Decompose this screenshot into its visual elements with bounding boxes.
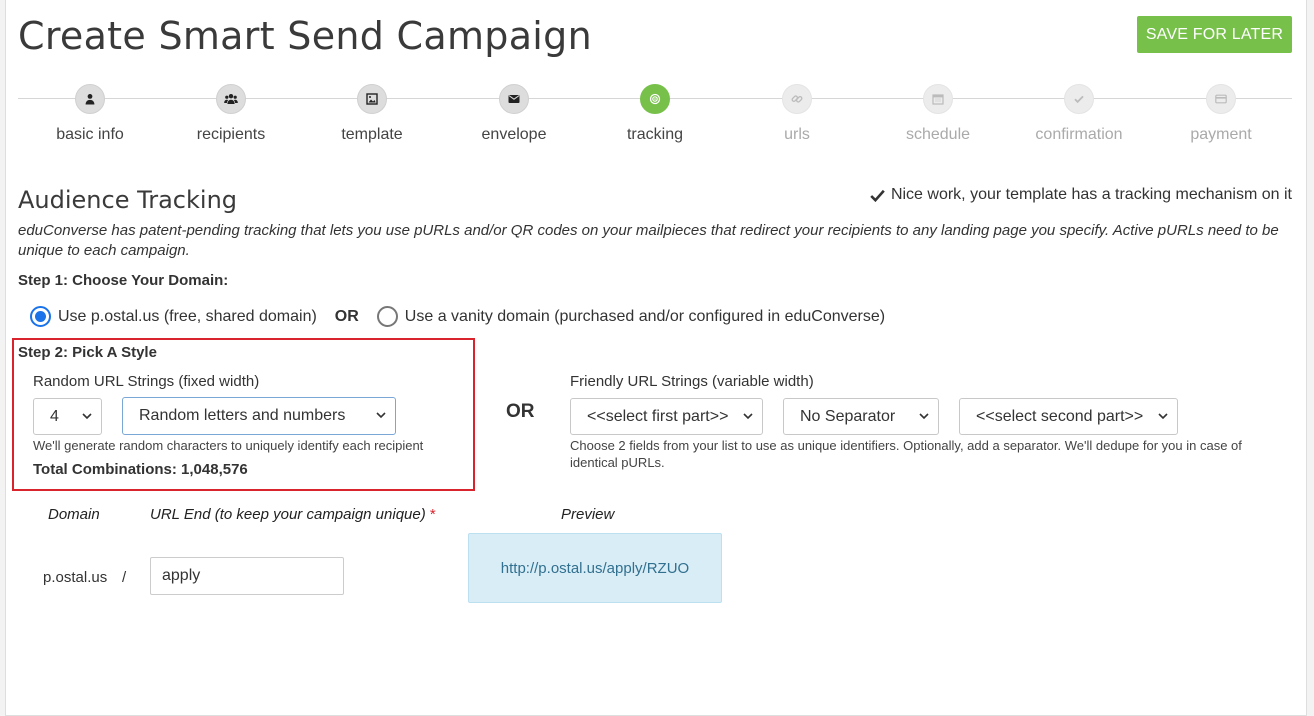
- check-icon: [1064, 84, 1094, 114]
- friendly-hint: Choose 2 fields from your list to use as…: [570, 438, 1242, 470]
- step-label: tracking: [626, 126, 684, 143]
- step-envelope[interactable]: envelope: [449, 84, 579, 144]
- chevron-down-icon: [919, 413, 929, 420]
- or-label: OR: [334, 307, 359, 325]
- first-part-select[interactable]: <<select first part>>: [570, 398, 763, 435]
- calendar-icon: [923, 84, 953, 114]
- step-payment: payment: [1156, 84, 1286, 144]
- charset-select-value: Random letters and numbers: [139, 407, 346, 424]
- second-part-select-value: <<select second part>>: [976, 407, 1144, 425]
- step-label: confirmation: [1035, 126, 1123, 143]
- chevron-down-icon: [82, 413, 92, 420]
- envelope-icon: [499, 84, 529, 114]
- preview-url: http://p.ostal.us/apply/RZUO: [500, 559, 690, 577]
- step-tracking[interactable]: tracking: [590, 84, 720, 144]
- save-for-later-button[interactable]: SAVE FOR LATER: [1137, 16, 1292, 53]
- tracking-status: Nice work, your template has a tracking …: [870, 186, 1292, 204]
- length-select[interactable]: 4: [33, 398, 102, 435]
- step-label: recipients: [196, 126, 266, 143]
- url-end-header-text: URL End (to keep your campaign unique): [150, 506, 426, 523]
- url-end-input[interactable]: [150, 557, 344, 595]
- random-hint: We'll generate random characters to uniq…: [33, 438, 424, 453]
- step-template[interactable]: template: [307, 84, 437, 144]
- url-end-header: URL End (to keep your campaign unique) *: [150, 506, 436, 523]
- tracking-status-text: Nice work, your template has a tracking …: [890, 186, 1292, 203]
- step-label: payment: [1190, 126, 1252, 143]
- required-marker: *: [429, 506, 436, 523]
- domain-value: p.ostal.us: [43, 569, 108, 586]
- users-icon: [216, 84, 246, 114]
- second-part-select[interactable]: <<select second part>>: [959, 398, 1178, 435]
- style-or-label: OR: [506, 401, 535, 422]
- section-title: Audience Tracking: [18, 186, 238, 214]
- url-separator: /: [122, 569, 127, 586]
- first-part-select-value: <<select first part>>: [587, 407, 729, 425]
- chevron-down-icon: [1158, 413, 1168, 420]
- vanity-domain-label[interactable]: Use a vanity domain (purchased and/or co…: [405, 308, 885, 326]
- step2-title: Step 2: Pick A Style: [18, 344, 157, 361]
- target-icon: [640, 84, 670, 114]
- step-confirmation: confirmation: [1014, 84, 1144, 144]
- shared-domain-radio[interactable]: [30, 306, 51, 327]
- link-icon: [782, 84, 812, 114]
- image-icon: [357, 84, 387, 114]
- page-title: Create Smart Send Campaign: [18, 14, 592, 58]
- friendly-url-label: Friendly URL Strings (variable width): [570, 373, 814, 390]
- step-label: urls: [784, 126, 810, 143]
- domain-radio-group: Use p.ostal.us (free, shared domain) OR …: [30, 306, 885, 327]
- step1-title: Step 1: Choose Your Domain:: [18, 272, 229, 289]
- separator-select[interactable]: No Separator: [783, 398, 939, 435]
- length-select-value: 4: [50, 407, 59, 425]
- preview-header: Preview: [561, 506, 615, 523]
- checkmark-icon: [870, 189, 885, 202]
- step-label: template: [341, 126, 403, 143]
- chevron-down-icon: [743, 413, 753, 420]
- step-urls: urls: [732, 84, 862, 144]
- chevron-down-icon: [376, 412, 386, 419]
- step-schedule: schedule: [873, 84, 1003, 144]
- step-basic-info[interactable]: basic info: [25, 84, 155, 144]
- tracking-intro: eduConverse has patent-pending tracking …: [18, 222, 1279, 259]
- step-label: schedule: [905, 126, 971, 143]
- preview-box: http://p.ostal.us/apply/RZUO: [468, 533, 722, 603]
- domain-header: Domain: [48, 506, 100, 523]
- random-url-label: Random URL Strings (fixed width): [33, 373, 260, 390]
- credit-card-icon: [1206, 84, 1236, 114]
- step-label: envelope: [481, 126, 547, 143]
- separator-select-value: No Separator: [800, 407, 896, 425]
- total-combinations: Total Combinations: 1,048,576: [33, 461, 248, 478]
- step-recipients[interactable]: recipients: [166, 84, 296, 144]
- charset-select[interactable]: Random letters and numbers: [122, 397, 396, 435]
- step-label: basic info: [56, 126, 124, 143]
- user-icon: [75, 84, 105, 114]
- shared-domain-label[interactable]: Use p.ostal.us (free, shared domain): [58, 308, 317, 326]
- vanity-domain-radio[interactable]: [376, 306, 398, 327]
